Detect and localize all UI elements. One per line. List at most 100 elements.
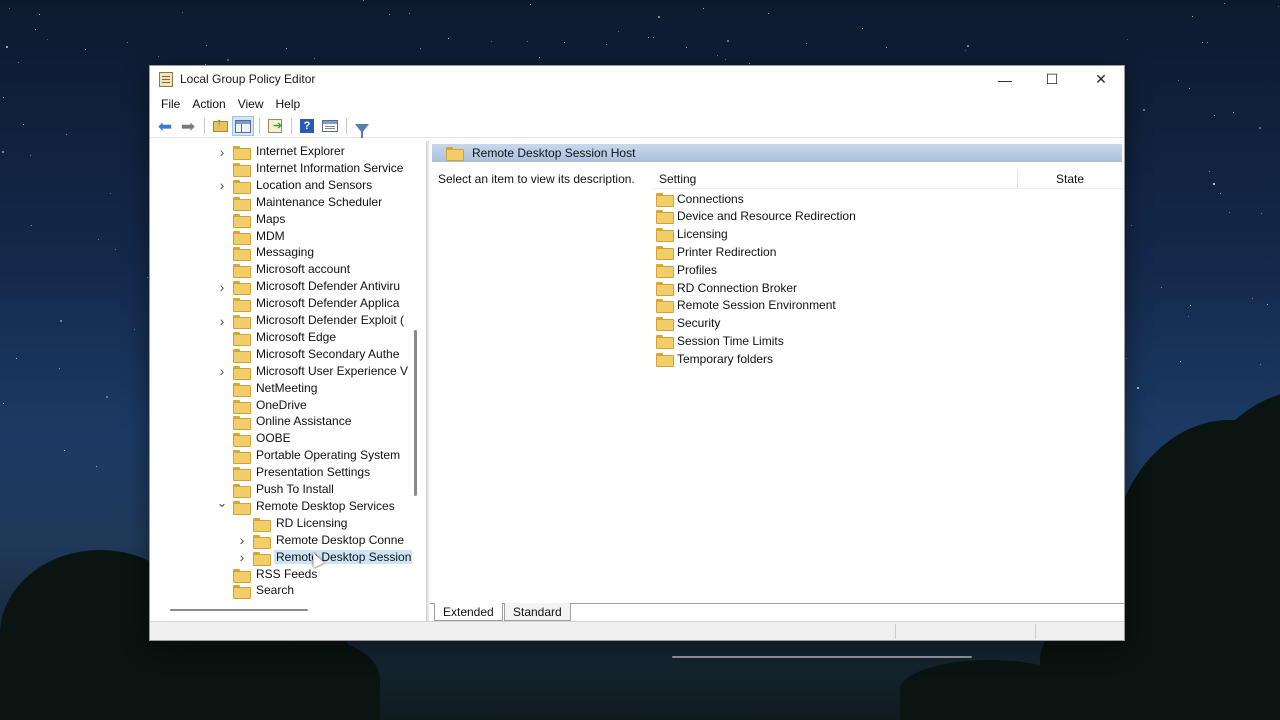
settings-list-item[interactable]: Security	[656, 315, 720, 332]
up-one-level-button[interactable]	[209, 116, 231, 136]
settings-list-item[interactable]: Device and Resource Redirection	[656, 208, 856, 225]
tree-item[interactable]: Push To Install	[150, 481, 412, 498]
chevron-right-icon[interactable]: ›	[237, 532, 247, 549]
star	[363, 0, 364, 1]
show-hide-console-tree-button[interactable]	[232, 116, 254, 136]
tree-item[interactable]: › Internet Explorer	[150, 143, 412, 160]
chevron-down-icon[interactable]: ⌄	[217, 495, 228, 512]
settings-list-item[interactable]: Connections	[656, 190, 744, 207]
tree-item[interactable]: OneDrive	[150, 397, 412, 414]
tree-item[interactable]: RSS Feeds	[150, 566, 412, 583]
tab-standard[interactable]: Standard	[504, 603, 571, 621]
back-button[interactable]: ⬅	[154, 116, 176, 136]
tree-item[interactable]: NetMeeting	[150, 380, 412, 397]
column-divider[interactable]	[1017, 170, 1018, 188]
star	[618, 31, 619, 32]
tree-item[interactable]: Online Assistance	[150, 413, 412, 431]
tree-item[interactable]: › Location and Sensors	[150, 177, 412, 194]
settings-item-label: Device and Resource Redirection	[677, 209, 856, 224]
tree-item[interactable]: Messaging	[150, 244, 412, 262]
tree-item[interactable]: › Microsoft Defender Antiviru	[150, 278, 412, 296]
menu-view[interactable]: View	[233, 93, 269, 115]
settings-list-item[interactable]: RD Connection Broker	[656, 279, 797, 296]
filter-button[interactable]	[351, 116, 373, 138]
tree-item-label: Microsoft Defender Antiviru	[256, 279, 401, 294]
tree-vertical-scrollbar[interactable]	[414, 330, 417, 496]
close-button[interactable]: ✕	[1078, 66, 1124, 93]
tree-item[interactable]: › Remote Desktop Conne	[150, 532, 412, 549]
pane-splitter[interactable]	[426, 141, 429, 621]
menu-action[interactable]: Action	[187, 93, 230, 115]
tree-item[interactable]: Microsoft Secondary Authe	[150, 346, 412, 363]
settings-list-item[interactable]: Profiles	[656, 261, 717, 278]
menu-file[interactable]: File	[156, 93, 185, 115]
star	[158, 56, 159, 57]
minimize-button[interactable]: —	[982, 66, 1028, 93]
folder-icon	[656, 317, 674, 332]
column-header-setting[interactable]: Setting	[659, 172, 696, 186]
star	[1190, 305, 1191, 306]
folder-icon	[656, 352, 674, 367]
forward-button[interactable]: ➡	[177, 116, 199, 136]
tree-item[interactable]: Presentation Settings	[150, 464, 412, 482]
settings-list-item[interactable]: Session Time Limits	[656, 332, 784, 349]
chevron-right-icon[interactable]: ›	[217, 363, 227, 380]
settings-item-label: Session Time Limits	[677, 333, 784, 348]
star	[1131, 225, 1132, 226]
tree-item[interactable]: ⌄ Remote Desktop Services	[150, 495, 412, 515]
settings-list-item[interactable]: Remote Session Environment	[656, 297, 836, 314]
tree-item[interactable]: Portable Operating System	[150, 447, 412, 465]
tree-item-label: NetMeeting	[256, 380, 318, 395]
settings-list-item[interactable]: Licensing	[656, 226, 728, 243]
tree-item[interactable]: Maps	[150, 211, 412, 228]
folder-icon	[233, 281, 251, 296]
star	[1161, 287, 1162, 288]
star	[115, 249, 116, 250]
tree-item[interactable]: OOBE	[150, 430, 412, 448]
star	[725, 59, 726, 60]
tab-extended[interactable]: Extended	[434, 603, 503, 621]
settings-list-item[interactable]: Printer Redirection	[656, 243, 776, 260]
star	[1224, 3, 1225, 4]
tree-item[interactable]: › Remote Desktop Session	[150, 549, 412, 566]
column-header-state[interactable]: State	[1056, 172, 1084, 186]
chevron-right-icon[interactable]: ›	[237, 549, 247, 566]
export-list-button[interactable]	[264, 116, 286, 136]
star	[85, 49, 86, 50]
star	[134, 329, 135, 330]
star	[106, 396, 108, 398]
star	[98, 239, 99, 240]
chevron-right-icon[interactable]: ›	[217, 312, 227, 329]
tree-item[interactable]: › Microsoft Defender Exploit (	[150, 312, 412, 329]
properties-button[interactable]	[319, 116, 341, 136]
tree-item[interactable]: Microsoft Defender Applica	[150, 295, 412, 313]
console-tree-pane[interactable]: › Internet Explorer Internet Information S…	[150, 141, 412, 605]
maximize-button[interactable]: ☐	[1029, 66, 1075, 93]
tree-item[interactable]: RD Licensing	[150, 515, 412, 532]
help-button[interactable]: ?	[296, 116, 318, 136]
star	[806, 43, 807, 44]
tree-item[interactable]: Maintenance Scheduler	[150, 194, 412, 211]
list-horizontal-scrollbar[interactable]	[672, 656, 972, 658]
settings-list-item[interactable]: Temporary folders	[656, 350, 773, 367]
tree-item-label: Presentation Settings	[256, 465, 371, 480]
folder-icon	[233, 162, 251, 177]
tree-item[interactable]: MDM	[150, 228, 412, 245]
tree-horizontal-scrollbar[interactable]	[170, 609, 308, 611]
chevron-right-icon[interactable]: ›	[217, 143, 227, 160]
menu-help[interactable]: Help	[271, 93, 306, 115]
title-bar[interactable]: Local Group Policy Editor — ☐ ✕	[150, 66, 1124, 93]
chevron-right-icon[interactable]: ›	[217, 278, 227, 295]
settings-item-label: Remote Session Environment	[677, 298, 836, 313]
tree-item[interactable]: Microsoft Edge	[150, 329, 412, 346]
tree-item[interactable]: › Microsoft User Experience V	[150, 363, 412, 380]
tree-item[interactable]: Search	[150, 582, 412, 600]
folder-icon	[233, 146, 251, 160]
star	[606, 44, 607, 45]
folder-icon	[233, 230, 251, 245]
chevron-right-icon[interactable]: ›	[217, 177, 227, 194]
tree-item[interactable]: Internet Information Service	[150, 160, 412, 177]
forward-arrow-icon: ➡	[180, 116, 196, 136]
tree-item[interactable]: Microsoft account	[150, 261, 412, 279]
toolbar-separator	[291, 118, 292, 134]
